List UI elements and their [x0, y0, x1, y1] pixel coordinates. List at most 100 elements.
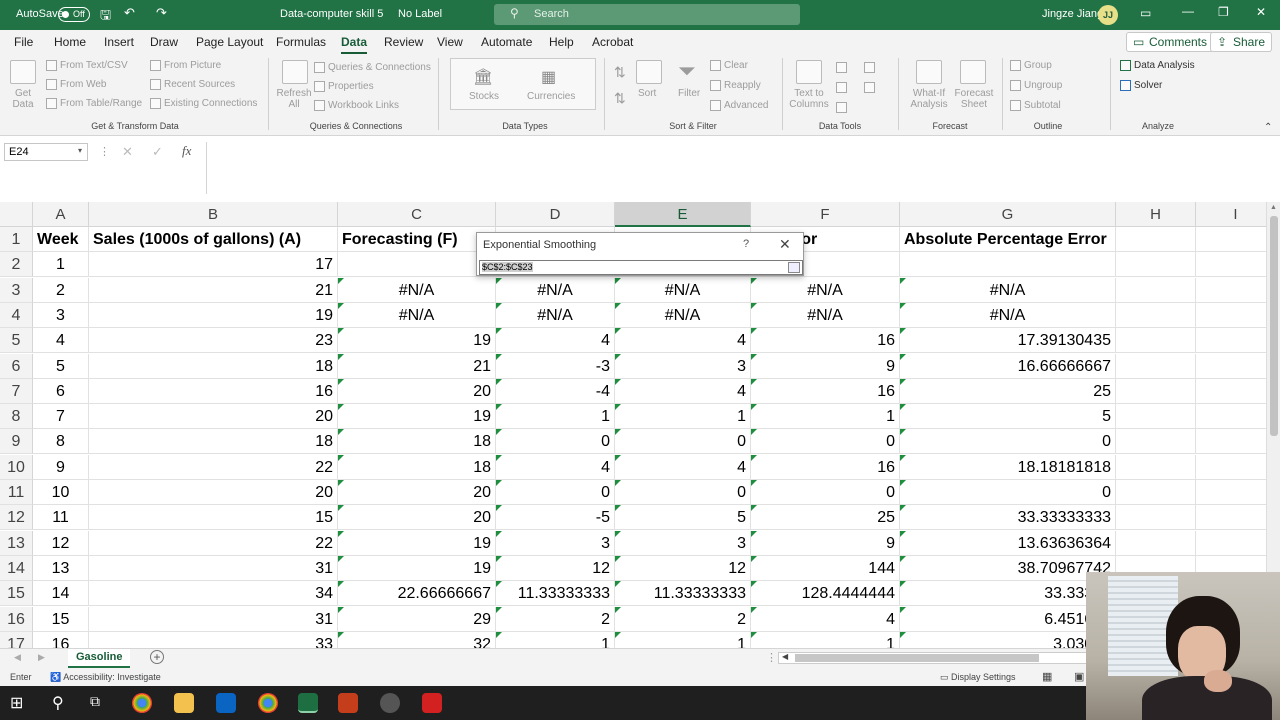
- task-view-icon[interactable]: ⧉: [90, 693, 110, 713]
- row-header[interactable]: 4: [0, 302, 33, 328]
- search-taskbar-icon[interactable]: ⚲: [52, 693, 72, 713]
- column-header-d[interactable]: D: [496, 202, 615, 227]
- tab-review[interactable]: Review: [384, 35, 423, 49]
- cell-b16[interactable]: 31: [89, 606, 338, 632]
- column-header-h[interactable]: H: [1116, 202, 1196, 227]
- share-button[interactable]: ⇪ Share: [1210, 32, 1273, 52]
- row-header[interactable]: 13: [0, 530, 33, 556]
- cell-c1[interactable]: Forecasting (F): [338, 227, 496, 252]
- row-header[interactable]: 6: [0, 353, 33, 379]
- cell-f4[interactable]: #N/A: [751, 302, 900, 328]
- cell-h8[interactable]: [1116, 404, 1196, 430]
- cell-b11[interactable]: 20: [89, 480, 338, 505]
- row-header[interactable]: 15: [0, 581, 33, 607]
- search-input[interactable]: ⚲ Search: [494, 4, 800, 25]
- column-header-b[interactable]: B: [89, 202, 338, 227]
- cell-a3[interactable]: 2: [33, 277, 89, 303]
- cell-e3[interactable]: #N/A: [615, 277, 751, 303]
- avatar[interactable]: JJ: [1098, 5, 1118, 25]
- cell-i5[interactable]: [1196, 328, 1266, 354]
- cell-c11[interactable]: 20: [338, 480, 496, 505]
- cell-e7[interactable]: 4: [615, 378, 751, 404]
- cell-e14[interactable]: 12: [615, 555, 751, 581]
- consolidate-icon[interactable]: [864, 62, 878, 73]
- data-analysis-button[interactable]: Data Analysis: [1120, 60, 1195, 71]
- cell-c10[interactable]: 18: [338, 454, 496, 480]
- data-validation-icon[interactable]: [836, 102, 850, 113]
- cell-a14[interactable]: 13: [33, 555, 89, 581]
- cell-c13[interactable]: 19: [338, 530, 496, 556]
- acrobat-icon[interactable]: [422, 693, 442, 713]
- formula-input[interactable]: [206, 142, 1280, 194]
- cell-g4[interactable]: #N/A: [900, 302, 1116, 328]
- cell-d8[interactable]: 1: [496, 404, 615, 430]
- tab-home[interactable]: Home: [54, 35, 86, 49]
- cell-a6[interactable]: 5: [33, 353, 89, 379]
- close-icon[interactable]: ✕: [779, 236, 791, 253]
- cell-h13[interactable]: [1116, 530, 1196, 556]
- cancel-entry-icon[interactable]: ✕: [122, 144, 133, 160]
- tab-formulas[interactable]: Formulas: [276, 35, 326, 49]
- cell-d4[interactable]: #N/A: [496, 302, 615, 328]
- sort-za-icon[interactable]: ⇅: [614, 90, 626, 107]
- cell-d10[interactable]: 4: [496, 454, 615, 480]
- row-header[interactable]: 17: [0, 631, 33, 648]
- column-header-c[interactable]: C: [338, 202, 496, 227]
- cell-g9[interactable]: 0: [900, 429, 1116, 455]
- cell-f10[interactable]: 16: [751, 454, 900, 480]
- cell-g2[interactable]: [900, 252, 1116, 278]
- row-header[interactable]: 2: [0, 252, 33, 278]
- currencies-button[interactable]: Currencies: [527, 91, 575, 102]
- chrome-profile-icon[interactable]: [258, 693, 278, 713]
- cell-a17[interactable]: 16: [33, 631, 89, 648]
- cell-a15[interactable]: 14: [33, 581, 89, 607]
- cell-i7[interactable]: [1196, 379, 1266, 404]
- cell-d9[interactable]: 0: [496, 429, 615, 455]
- cell-a13[interactable]: 12: [33, 530, 89, 556]
- cell-b8[interactable]: 20: [89, 404, 338, 430]
- row-header[interactable]: 14: [0, 555, 33, 581]
- row-header[interactable]: 7: [0, 378, 33, 404]
- filter-button[interactable]: Filter: [678, 88, 700, 99]
- reapply-button[interactable]: Reapply: [710, 80, 761, 91]
- sort-button[interactable]: Sort: [638, 88, 656, 99]
- cell-b14[interactable]: 31: [89, 555, 338, 581]
- name-box[interactable]: E24: [4, 143, 88, 161]
- cell-e9[interactable]: 0: [615, 429, 751, 455]
- cell-g7[interactable]: 25: [900, 378, 1116, 404]
- subtotal-button[interactable]: Subtotal: [1010, 100, 1061, 111]
- advanced-button[interactable]: Advanced: [710, 100, 768, 111]
- tab-view[interactable]: View: [437, 35, 463, 49]
- get-data-button[interactable]: Get Data: [8, 88, 38, 110]
- cell-f11[interactable]: 0: [751, 480, 900, 505]
- page-layout-view-icon[interactable]: ▣: [1074, 670, 1084, 683]
- cell-a5[interactable]: 4: [33, 328, 89, 354]
- file-explorer-icon[interactable]: [174, 693, 194, 713]
- cell-f16[interactable]: 4: [751, 606, 900, 632]
- cell-e12[interactable]: 5: [615, 505, 751, 531]
- cell-b7[interactable]: 16: [89, 378, 338, 404]
- cell-e10[interactable]: 4: [615, 454, 751, 480]
- column-header-i[interactable]: I: [1196, 202, 1266, 227]
- cell-e8[interactable]: 1: [615, 404, 751, 430]
- expand-dialog-icon[interactable]: [788, 262, 800, 273]
- cell-g5[interactable]: 17.39130435: [900, 328, 1116, 354]
- column-header-f[interactable]: F: [751, 202, 900, 227]
- horizontal-scroll-thumb[interactable]: [795, 654, 1039, 662]
- tab-help[interactable]: Help: [549, 35, 574, 49]
- column-header-g[interactable]: G: [900, 202, 1116, 227]
- tab-automate[interactable]: Automate: [481, 35, 532, 49]
- properties-button[interactable]: Properties: [314, 81, 374, 92]
- column-header-e[interactable]: E: [615, 202, 751, 227]
- cell-e16[interactable]: 2: [615, 606, 751, 632]
- collapse-ribbon-icon[interactable]: ⌃: [1264, 122, 1272, 133]
- row-header[interactable]: 12: [0, 505, 33, 531]
- cell-b15[interactable]: 34: [89, 581, 338, 607]
- cell-f6[interactable]: 9: [751, 353, 900, 379]
- cell-f8[interactable]: 1: [751, 404, 900, 430]
- cell-f12[interactable]: 25: [751, 505, 900, 531]
- cell-g1[interactable]: Absolute Percentage Error: [900, 227, 1116, 252]
- tab-file[interactable]: File: [14, 35, 33, 49]
- tab-acrobat[interactable]: Acrobat: [592, 35, 633, 49]
- row-header[interactable]: 5: [0, 328, 33, 354]
